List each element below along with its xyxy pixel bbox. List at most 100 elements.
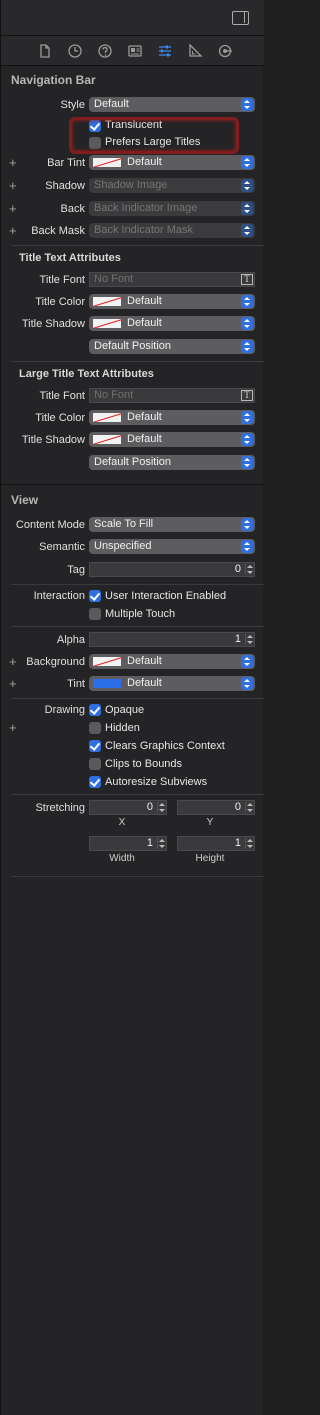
back-indicator-image-placeholder: Back Indicator Image xyxy=(94,202,198,214)
font-picker-icon[interactable]: T xyxy=(241,390,253,401)
large-title-color-label: Title Color xyxy=(35,412,85,424)
section-title-navigation-bar: Navigation Bar xyxy=(11,73,96,87)
attributes-inspector-icon[interactable] xyxy=(157,43,173,59)
large-title-shadow-position-popup[interactable]: Default Position xyxy=(89,455,255,470)
title-font-field[interactable]: No Font T xyxy=(89,272,255,287)
popup-arrows-icon xyxy=(241,202,253,215)
popup-arrows-icon xyxy=(241,655,253,668)
divider xyxy=(11,626,264,627)
large-title-font-label: Title Font xyxy=(39,390,85,402)
default-color-swatch xyxy=(93,297,121,306)
large-title-shadow-position-value: Default Position xyxy=(94,456,172,468)
content-mode-label: Content Mode xyxy=(15,519,85,531)
clears-graphics-context-checkbox[interactable] xyxy=(89,740,101,752)
stretching-label: Stretching xyxy=(35,802,85,814)
large-title-color-popup[interactable]: Default xyxy=(89,410,255,425)
semantic-label: Semantic xyxy=(39,541,85,553)
divider xyxy=(11,876,264,877)
popup-arrows-icon xyxy=(241,340,253,353)
stretching-y-value: 0 xyxy=(234,801,241,813)
title-shadow-position-popup[interactable]: Default Position xyxy=(89,339,255,354)
stepper-icon[interactable] xyxy=(245,802,253,813)
default-color-swatch xyxy=(93,435,121,444)
user-interaction-checkbox[interactable] xyxy=(89,590,101,602)
popup-arrows-icon xyxy=(241,540,253,553)
bar-tint-label: Bar Tint xyxy=(47,157,85,169)
popup-arrows-icon xyxy=(241,411,253,424)
multiple-touch-checkbox[interactable] xyxy=(89,608,101,620)
font-picker-icon[interactable]: T xyxy=(241,274,253,285)
divider xyxy=(11,245,264,246)
title-color-value: Default xyxy=(127,295,162,307)
stretching-height-field[interactable]: 1 xyxy=(177,836,255,851)
add-variation-plus-icon[interactable]: + xyxy=(9,721,17,734)
hidden-checkbox[interactable] xyxy=(89,722,101,734)
shadow-image-popup[interactable]: Shadow Image xyxy=(89,178,255,193)
stepper-icon[interactable] xyxy=(245,838,253,849)
popup-arrows-icon xyxy=(241,224,253,237)
back-indicator-mask-popup[interactable]: Back Indicator Mask xyxy=(89,223,255,238)
stretching-width-field[interactable]: 1 xyxy=(89,836,167,851)
style-value: Default xyxy=(94,98,129,110)
alpha-field[interactable]: 1 xyxy=(89,632,255,647)
file-inspector-icon[interactable] xyxy=(37,43,53,59)
popup-arrows-icon xyxy=(241,295,253,308)
divider xyxy=(11,361,264,362)
x-caption: X xyxy=(118,817,126,828)
toggle-inspector-icon[interactable] xyxy=(232,11,249,25)
back-label: Back xyxy=(60,203,85,215)
multiple-touch-label: Multiple Touch xyxy=(105,608,176,620)
large-title-shadow-popup[interactable]: Default xyxy=(89,432,255,447)
stepper-icon[interactable] xyxy=(245,634,253,645)
semantic-popup[interactable]: Unspecified xyxy=(89,539,255,554)
divider xyxy=(11,794,264,795)
tag-field[interactable]: 0 xyxy=(89,562,255,577)
stretching-y-field[interactable]: 0 xyxy=(177,800,255,815)
clips-to-bounds-checkbox[interactable] xyxy=(89,758,101,770)
popup-arrows-icon xyxy=(241,179,253,192)
size-inspector-icon[interactable] xyxy=(187,43,203,59)
alpha-value: 1 xyxy=(234,633,241,645)
title-font-placeholder: No Font xyxy=(94,273,134,285)
popup-arrows-icon xyxy=(241,156,253,169)
popup-arrows-icon xyxy=(241,518,253,531)
divider xyxy=(11,698,264,699)
bar-tint-popup[interactable]: Default xyxy=(89,155,255,170)
autoresize-subviews-label: Autoresize Subviews xyxy=(105,776,208,788)
identity-inspector-icon[interactable] xyxy=(127,43,143,59)
content-mode-popup[interactable]: Scale To Fill xyxy=(89,517,255,532)
height-caption: Height xyxy=(195,853,225,864)
default-color-swatch xyxy=(93,657,121,666)
semantic-value: Unspecified xyxy=(94,540,152,552)
attributes-inspector: Navigation Bar Style Default Translucent… xyxy=(0,0,264,1415)
user-interaction-label: User Interaction Enabled xyxy=(105,590,227,602)
inspector-tab-bar xyxy=(1,36,264,66)
popup-arrows-icon xyxy=(241,456,253,469)
large-title-font-placeholder: No Font xyxy=(94,389,134,401)
opaque-checkbox[interactable] xyxy=(89,704,101,716)
style-popup[interactable]: Default xyxy=(89,97,255,112)
help-inspector-icon[interactable] xyxy=(97,43,113,59)
back-indicator-mask-placeholder: Back Indicator Mask xyxy=(94,224,194,236)
background-popup[interactable]: Default xyxy=(89,654,255,669)
tint-color-swatch xyxy=(93,679,121,688)
title-shadow-popup[interactable]: Default xyxy=(89,316,255,331)
tint-value: Default xyxy=(127,677,162,689)
large-title-shadow-value: Default xyxy=(127,433,162,445)
hidden-label: Hidden xyxy=(105,722,140,734)
section-title-title-text-attributes: Title Text Attributes xyxy=(19,252,121,264)
stepper-icon[interactable] xyxy=(157,838,165,849)
large-title-font-field[interactable]: No Font T xyxy=(89,388,255,403)
stepper-icon[interactable] xyxy=(245,564,253,575)
style-label: Style xyxy=(60,99,85,111)
annotation-highlight xyxy=(69,117,239,154)
stepper-icon[interactable] xyxy=(157,802,165,813)
back-indicator-image-popup[interactable]: Back Indicator Image xyxy=(89,201,255,216)
connections-inspector-icon[interactable] xyxy=(217,43,233,59)
section-title-view: View xyxy=(11,493,39,507)
tint-popup[interactable]: Default xyxy=(89,676,255,691)
history-inspector-icon[interactable] xyxy=(67,43,83,59)
title-color-popup[interactable]: Default xyxy=(89,294,255,309)
stretching-x-field[interactable]: 0 xyxy=(89,800,167,815)
autoresize-subviews-checkbox[interactable] xyxy=(89,776,101,788)
